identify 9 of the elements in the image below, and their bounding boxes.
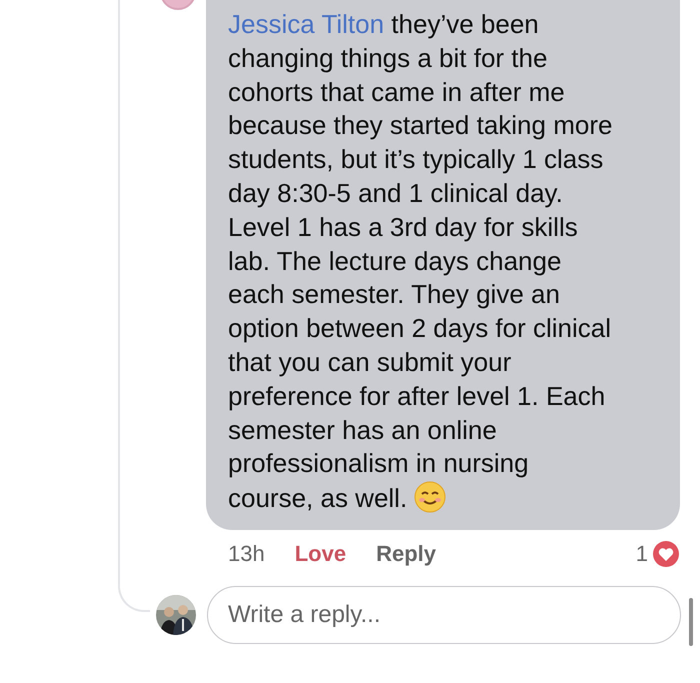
mention-link[interactable]: Jessica Tilton xyxy=(228,9,384,39)
reply-button[interactable]: Reply xyxy=(376,540,436,567)
comment-text: Jessica Tilton they’ve been changing things a bit for the cohorts that came in after me because they started taking more students, but it’s typically 1 class day 8:30-5 and 1 clinical day. Level 1 has a 3rd day for skills lab. The lecture days change each semester. They give an option between 2 days for clinical that you can submit your preference for after level 1. Each semester has an online professionalism in nursing course, as well. xyxy=(228,8,614,516)
reaction-count: 1 xyxy=(636,540,648,567)
smiley-icon xyxy=(414,481,446,514)
scrollbar[interactable] xyxy=(689,598,693,646)
love-button[interactable]: Love xyxy=(294,540,346,567)
comment-time: 13h xyxy=(228,540,265,567)
reply-input[interactable]: Write a reply... xyxy=(207,586,681,644)
